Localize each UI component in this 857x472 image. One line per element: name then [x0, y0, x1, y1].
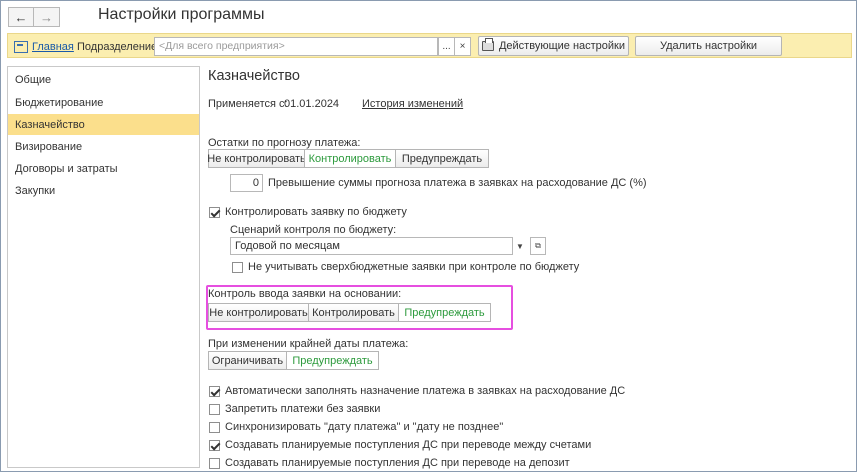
- division-input[interactable]: <Для всего предприятия>: [154, 37, 438, 56]
- deadline-label: При изменении крайней даты платежа:: [208, 338, 409, 350]
- forward-arrow-icon: →: [40, 9, 53, 25]
- sidebar-item-general[interactable]: Общие: [8, 69, 199, 90]
- budget-scenario-select[interactable]: Годовой по месяцам: [230, 237, 513, 255]
- planned-receipts-transfer-label: Создавать планируемые поступления ДС при…: [225, 439, 592, 451]
- page-title: Казначейство: [208, 68, 300, 84]
- back-arrow-icon: ←: [14, 9, 28, 25]
- basis-option-warn[interactable]: Предупреждать: [398, 303, 491, 322]
- sidebar-item-purchases[interactable]: Закупки: [8, 180, 199, 201]
- home-link-label: Главная: [32, 40, 74, 53]
- planned-receipts-transfer-checkbox[interactable]: [209, 440, 220, 451]
- forward-button[interactable]: →: [34, 7, 60, 27]
- back-button[interactable]: ←: [8, 7, 34, 27]
- sidebar-item-treasury[interactable]: Казначейство: [8, 114, 199, 135]
- forbid-payments-label: Запретить платежи без заявки: [225, 403, 381, 415]
- division-label: Подразделение:: [77, 40, 161, 53]
- delete-settings-button[interactable]: Удалить настройки: [635, 36, 782, 56]
- printer-icon: [481, 38, 494, 51]
- basis-option-no-control[interactable]: Не контролировать: [208, 303, 309, 322]
- forecast-label: Остатки по прогнозу платежа:: [208, 137, 361, 149]
- basis-option-control[interactable]: Контролировать: [308, 303, 399, 322]
- ignore-overbudget-checkbox[interactable]: [232, 262, 243, 273]
- budget-control-checkbox[interactable]: [209, 207, 220, 218]
- current-settings-label: Действующие настройки: [498, 40, 626, 52]
- sidebar-item-budgeting[interactable]: Бюджетирование: [8, 92, 199, 113]
- division-select-button[interactable]: ...: [438, 37, 455, 56]
- planned-receipts-deposit-checkbox[interactable]: [209, 458, 220, 469]
- sidebar-item-approval[interactable]: Визирование: [8, 136, 199, 157]
- open-icon[interactable]: ⧉: [530, 237, 546, 255]
- basis-control-switch: Не контролировать Контролировать Предупр…: [208, 303, 491, 322]
- history-link[interactable]: История изменений: [362, 98, 463, 110]
- ignore-overbudget-label: Не учитывать сверхбюджетные заявки при к…: [248, 261, 580, 273]
- deadline-switch: Ограничивать Предупреждать: [208, 351, 379, 370]
- toolbar: Главная Подразделение: <Для всего предпр…: [7, 33, 852, 58]
- forecast-excess-input[interactable]: 0: [230, 174, 263, 192]
- basis-control-label: Контроль ввода заявки на основании:: [208, 288, 402, 300]
- forecast-excess-label: Превышение суммы прогноза платежа в заяв…: [268, 177, 647, 189]
- forbid-payments-checkbox[interactable]: [209, 404, 220, 415]
- applies-from-date: 01.01.2024: [284, 98, 340, 110]
- sidebar-item-contracts[interactable]: Договоры и затраты: [8, 158, 199, 179]
- sync-dates-checkbox[interactable]: [209, 422, 220, 433]
- home-icon: [14, 40, 28, 53]
- forecast-option-control[interactable]: Контролировать: [304, 149, 396, 168]
- deadline-option-limit[interactable]: Ограничивать: [208, 351, 287, 370]
- budget-scenario-label: Сценарий контроля по бюджету:: [230, 224, 397, 236]
- current-settings-button[interactable]: Действующие настройки: [478, 36, 629, 56]
- navigation-group: ← →: [8, 7, 60, 27]
- auto-fill-purpose-checkbox[interactable]: [209, 386, 220, 397]
- budget-control-label: Контролировать заявку по бюджету: [225, 206, 407, 218]
- home-link[interactable]: Главная: [14, 34, 74, 59]
- window-title: Настройки программы: [98, 6, 265, 23]
- main-panel: Казначейство Применяется с: 01.01.2024 И…: [200, 58, 857, 472]
- planned-receipts-deposit-label: Создавать планируемые поступления ДС при…: [225, 457, 570, 469]
- auto-fill-purpose-label: Автоматически заполнять назначение плате…: [225, 385, 626, 397]
- applies-from-label: Применяется с:: [208, 98, 288, 110]
- forecast-switch: Не контролировать Контролировать Предупр…: [207, 149, 489, 168]
- deadline-option-warn[interactable]: Предупреждать: [286, 351, 379, 370]
- sidebar: Общие Бюджетирование Казначейство Визиро…: [7, 66, 200, 468]
- forecast-option-warn[interactable]: Предупреждать: [395, 149, 489, 168]
- chevron-down-icon[interactable]: ▼: [512, 237, 528, 255]
- forecast-option-no-control[interactable]: Не контролировать: [207, 149, 306, 168]
- sync-dates-label: Синхронизировать "дату платежа" и "дату …: [225, 421, 504, 433]
- division-clear-button[interactable]: ×: [454, 37, 471, 56]
